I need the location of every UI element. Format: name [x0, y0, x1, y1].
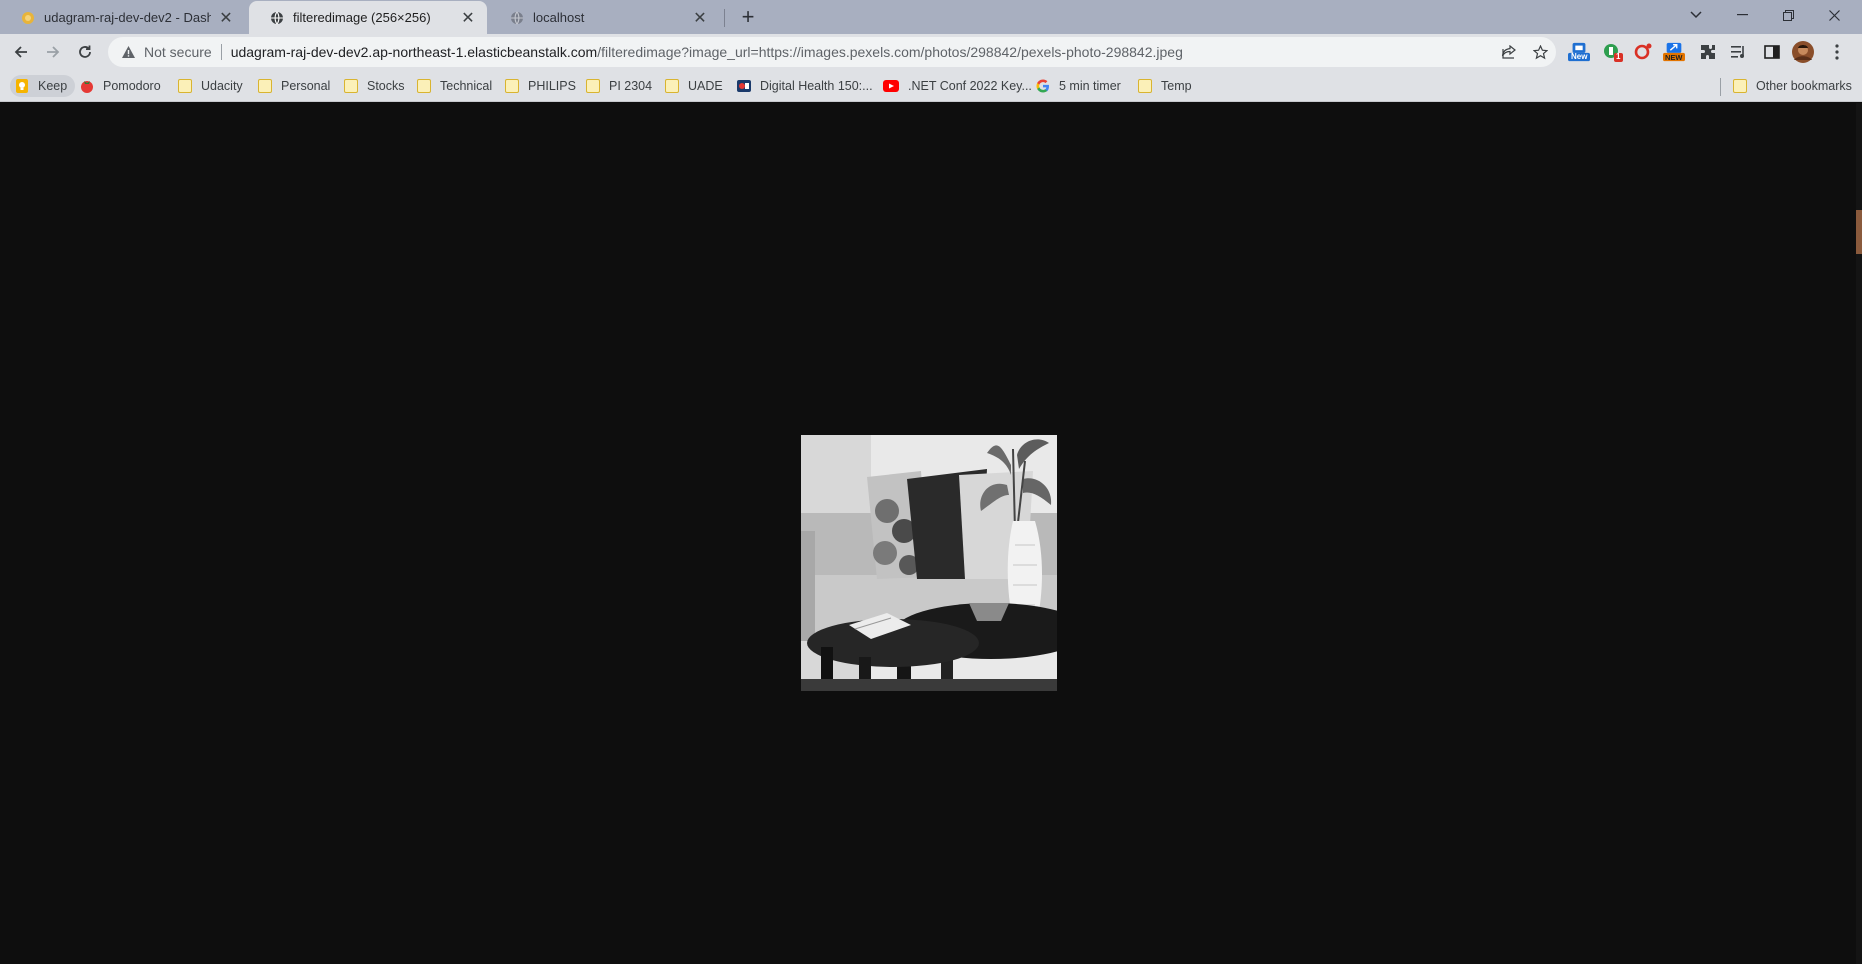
- folder-icon: [258, 79, 272, 93]
- puzzle-icon[interactable]: [1697, 42, 1719, 62]
- bookmark-label: Technical: [440, 79, 493, 93]
- folder-icon: [1733, 79, 1747, 93]
- bookmark-keep[interactable]: Keep: [10, 75, 76, 97]
- globe-icon: [269, 10, 285, 26]
- bookmark-label: Keep: [38, 79, 68, 93]
- folder-icon: [1138, 79, 1152, 93]
- security-status[interactable]: Not secure: [144, 44, 212, 60]
- bookmarks-bar: Keep Pomodoro Udacity Personal Stocks Te…: [0, 70, 1862, 102]
- side-panel-icon[interactable]: [1761, 42, 1783, 62]
- url-text[interactable]: udagram-raj-dev-dev2.ap-northeast-1.elas…: [231, 44, 1183, 60]
- close-window-button[interactable]: [1811, 0, 1857, 30]
- bookmark-5-min-timer[interactable]: 5 min timer: [1036, 75, 1121, 97]
- bookmark-pomodoro[interactable]: Pomodoro: [80, 75, 161, 97]
- other-bookmarks[interactable]: Other bookmarks: [1733, 75, 1852, 97]
- extension-badge-text: New: [1571, 52, 1588, 61]
- bookmark-label: Other bookmarks: [1756, 79, 1852, 93]
- bookmark-label: Udacity: [201, 79, 243, 93]
- address-bar[interactable]: Not secure udagram-raj-dev-dev2.ap-north…: [108, 37, 1556, 67]
- tab-strip: udagram-raj-dev-dev2 - Dashboard ✕ filte…: [0, 0, 1862, 34]
- extension-badge-text: 1: [1616, 52, 1621, 61]
- google-icon: [1036, 79, 1049, 93]
- bookmarks-divider: [1720, 78, 1721, 96]
- more-menu-icon[interactable]: [1826, 42, 1848, 62]
- digital-health-icon: [737, 80, 751, 92]
- bookmark-folder-technical[interactable]: Technical: [417, 75, 492, 97]
- tab-separator: [724, 9, 725, 27]
- bookmark-digital-health[interactable]: Digital Health 150:...: [737, 75, 873, 97]
- extension-red-circle[interactable]: [1632, 42, 1654, 62]
- tab-localhost[interactable]: localhost ✕: [489, 1, 719, 34]
- folder-icon: [586, 79, 600, 93]
- extension-badge-text: NEW: [1665, 53, 1683, 62]
- reload-icon: [79, 45, 91, 58]
- extension-arrow-new[interactable]: NEW: [1663, 42, 1685, 62]
- tab-title: udagram-raj-dev-dev2 - Dashboard: [44, 10, 211, 25]
- minimize-button[interactable]: [1719, 0, 1765, 30]
- bookmark-label: Personal: [281, 79, 331, 93]
- tab-udagram-dashboard[interactable]: udagram-raj-dev-dev2 - Dashboard ✕: [0, 1, 245, 34]
- bookmark-folder-uade[interactable]: UADE: [665, 75, 723, 97]
- omnibox-divider: [220, 44, 222, 60]
- forward-button[interactable]: [39, 38, 67, 66]
- extension-green[interactable]: 1: [1602, 42, 1624, 62]
- restore-icon: [1782, 9, 1794, 21]
- bookmark-label: Pomodoro: [103, 79, 161, 93]
- bookmark-label: UADE: [688, 79, 723, 93]
- minimize-icon: [1736, 14, 1748, 16]
- folder-icon: [417, 79, 431, 93]
- bookmark-folder-udacity[interactable]: Udacity: [178, 75, 243, 97]
- bookmark-label: .NET Conf 2022 Key...: [908, 79, 1032, 93]
- close-icon[interactable]: ✕: [459, 9, 477, 27]
- folder-icon: [505, 79, 519, 93]
- keep-icon: [16, 79, 28, 93]
- extension-new-badge[interactable]: New: [1568, 42, 1590, 62]
- folder-icon: [344, 79, 358, 93]
- chevron-down-icon: [1690, 11, 1702, 19]
- bookmark-label: Temp: [1161, 79, 1192, 93]
- bookmark-folder-personal[interactable]: Personal: [258, 75, 330, 97]
- tomato-icon: [81, 81, 93, 93]
- bookmark-net-conf[interactable]: .NET Conf 2022 Key...: [883, 75, 1032, 97]
- avatar[interactable]: [1792, 41, 1814, 63]
- bookmark-folder-philips[interactable]: PHILIPS: [505, 75, 576, 97]
- close-icon: [1828, 9, 1840, 21]
- close-icon[interactable]: ✕: [217, 9, 235, 27]
- bookmark-label: Stocks: [367, 79, 405, 93]
- bookmark-star-icon[interactable]: [1530, 42, 1550, 62]
- grayscale-living-room-photo: [801, 435, 1057, 691]
- reload-button[interactable]: [71, 38, 99, 66]
- folder-icon: [178, 79, 192, 93]
- globe-icon: [509, 10, 525, 26]
- restore-button[interactable]: [1765, 0, 1811, 30]
- bookmark-folder-temp[interactable]: Temp: [1138, 75, 1192, 97]
- tab-title: localhost: [533, 10, 585, 25]
- folder-icon: [665, 79, 679, 93]
- bookmark-folder-stocks[interactable]: Stocks: [344, 75, 405, 97]
- filtered-image[interactable]: [801, 435, 1057, 691]
- bookmark-label: PHILIPS: [528, 79, 576, 93]
- youtube-icon: [883, 80, 899, 92]
- tab-filteredimage[interactable]: filteredimage (256×256) ✕: [249, 1, 487, 34]
- browser-toolbar: Not secure udagram-raj-dev-dev2.ap-north…: [0, 34, 1862, 70]
- scrollbar-thumb[interactable]: [1856, 210, 1862, 254]
- beanstalk-icon: [20, 10, 36, 26]
- share-icon[interactable]: [1498, 42, 1518, 62]
- close-icon[interactable]: ✕: [691, 9, 709, 27]
- bookmark-folder-pi-2304[interactable]: PI 2304: [586, 75, 652, 97]
- warning-icon[interactable]: [120, 44, 136, 60]
- back-button[interactable]: [7, 38, 35, 66]
- arrow-right-icon: [47, 46, 60, 58]
- arrow-left-icon: [14, 46, 27, 58]
- media-queue-icon[interactable]: [1728, 42, 1750, 62]
- url-host: udagram-raj-dev-dev2.ap-northeast-1.elas…: [230, 44, 598, 60]
- url-path: /filteredimage?image_url=https://images.…: [597, 44, 1183, 60]
- tab-title: filteredimage (256×256): [293, 10, 431, 25]
- bookmark-label: 5 min timer: [1059, 79, 1121, 93]
- bookmark-label: PI 2304: [609, 79, 653, 93]
- new-tab-button[interactable]: +: [736, 4, 760, 29]
- bookmark-label: Digital Health 150:...: [760, 79, 873, 93]
- tab-search-button[interactable]: [1673, 0, 1719, 30]
